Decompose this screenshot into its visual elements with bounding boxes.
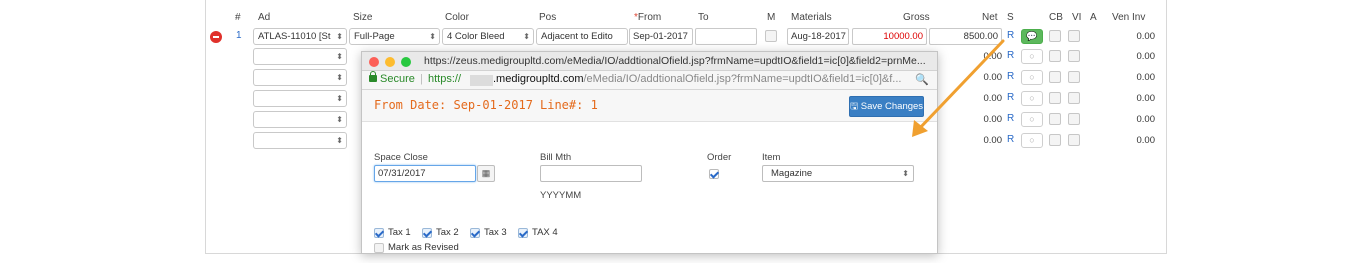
annotation-arrow-shaft	[916, 39, 1005, 132]
annotation-arrow	[912, 39, 1005, 137]
